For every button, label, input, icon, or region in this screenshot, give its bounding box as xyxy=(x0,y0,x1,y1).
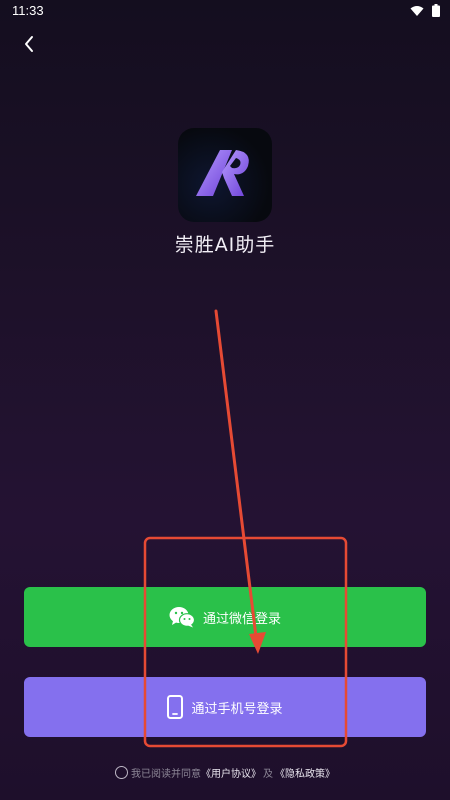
wechat-login-label: 通过微信登录 xyxy=(202,611,281,627)
status-icons xyxy=(410,4,440,17)
agreement-row: 我已阅读并同意 《用户协议》 及 《隐私政策》 xyxy=(0,765,450,780)
agreement-prefix: 我已阅读并同意 xyxy=(131,769,201,780)
battery-icon xyxy=(432,4,440,17)
status-bar: 11:33 xyxy=(0,0,450,22)
user-agreement-link[interactable]: 《用户协议》 xyxy=(201,765,261,780)
chevron-left-icon xyxy=(25,36,33,52)
app-logo-mark xyxy=(196,150,249,196)
wechat-icon xyxy=(169,607,195,628)
wechat-login-button[interactable]: 通过微信登录 xyxy=(24,587,426,647)
smartphone-icon xyxy=(167,695,184,719)
phone-login-label: 通过手机号登录 xyxy=(191,701,283,717)
back-button[interactable] xyxy=(18,32,42,56)
agreement-conjunction: 及 xyxy=(263,769,273,780)
app-name: 崇胜AI助手 xyxy=(174,234,276,256)
app-logo xyxy=(178,128,272,222)
privacy-policy-link[interactable]: 《隐私政策》 xyxy=(275,765,335,780)
phone-login-button[interactable]: 通过手机号登录 xyxy=(24,677,426,737)
wifi-icon xyxy=(410,5,424,16)
agreement-radio[interactable] xyxy=(115,766,128,779)
status-time: 11:33 xyxy=(12,3,44,18)
